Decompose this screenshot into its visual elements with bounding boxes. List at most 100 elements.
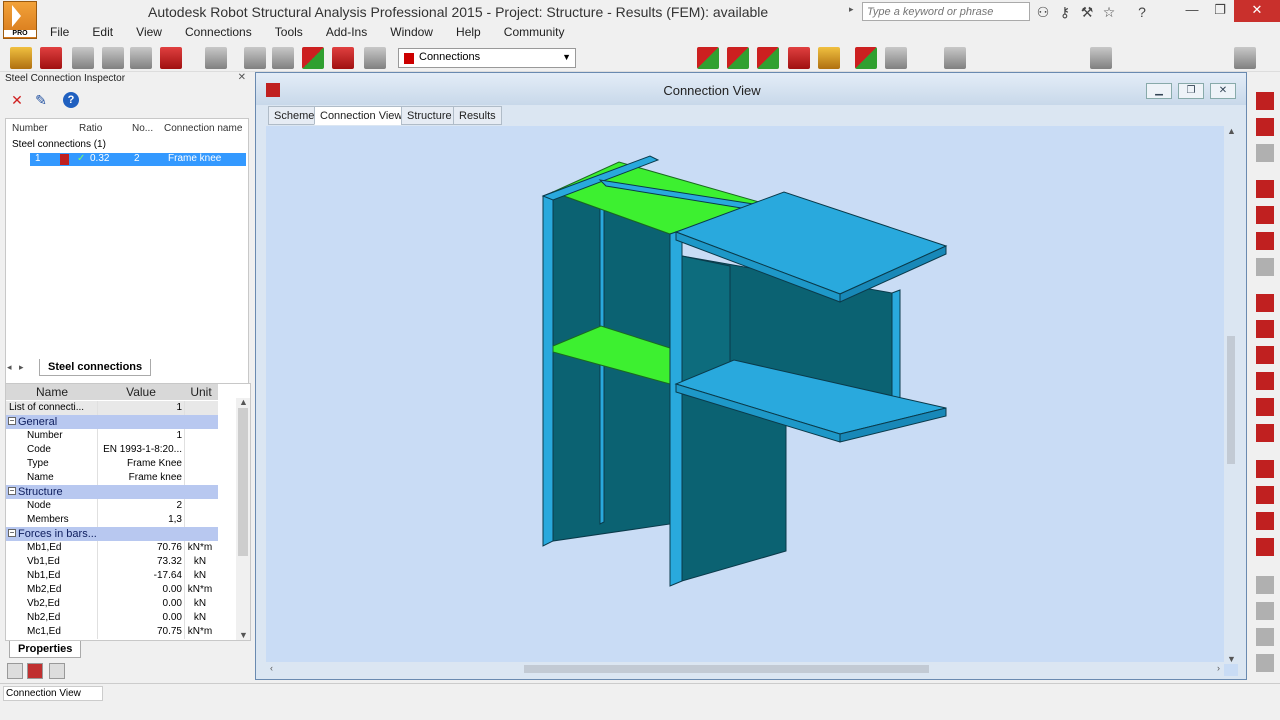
tab-prev-icon[interactable]: ◂ <box>7 362 12 373</box>
connection-type-4-icon[interactable] <box>1256 180 1274 198</box>
save-icon[interactable] <box>40 47 62 69</box>
property-row[interactable]: Members 1,3 <box>6 513 218 527</box>
property-row[interactable]: Number 1 <box>6 429 218 443</box>
scroll-up-icon[interactable]: ▲ <box>239 397 248 407</box>
connection-type-12-icon[interactable] <box>1256 398 1274 416</box>
edit-icon[interactable]: ✎ <box>33 92 49 108</box>
viewport-horizontal-scrollbar[interactable]: ‹ › <box>266 662 1224 676</box>
table-icon[interactable] <box>364 47 386 69</box>
menu-help[interactable]: Help <box>446 24 491 40</box>
tab-next-icon[interactable]: ▸ <box>19 362 24 373</box>
section-icon[interactable] <box>1090 47 1112 69</box>
connection-check-icon[interactable] <box>818 47 840 69</box>
scroll-thumb[interactable] <box>1227 336 1235 464</box>
tab-steel-connections[interactable]: Steel connections <box>39 359 152 376</box>
connection-note-icon[interactable] <box>885 47 907 69</box>
tab-scheme[interactable]: Scheme <box>268 106 321 125</box>
star-icon[interactable]: ☆ <box>1100 3 1118 21</box>
scroll-left-icon[interactable]: ‹ <box>270 663 273 673</box>
help-icon[interactable]: ? <box>1133 3 1151 21</box>
connection-type-13-icon[interactable] <box>1256 424 1274 442</box>
connection-type-20-icon[interactable] <box>1256 628 1274 646</box>
viewport-vertical-scrollbar[interactable]: ▲ ▼ <box>1224 126 1238 664</box>
col-number[interactable]: Number <box>12 123 48 134</box>
connection-type-11-icon[interactable] <box>1256 372 1274 390</box>
connection-type-17-icon[interactable] <box>1256 538 1274 556</box>
panel-icon[interactable] <box>1234 47 1256 69</box>
property-row[interactable]: Node 2 <box>6 499 218 513</box>
zoom-icon[interactable] <box>244 47 266 69</box>
connection-type-9-icon[interactable] <box>1256 320 1274 338</box>
connection-type-1-icon[interactable] <box>1256 92 1274 110</box>
menu-window[interactable]: Window <box>380 24 443 40</box>
search-input[interactable] <box>862 2 1030 21</box>
property-row[interactable]: Vb2,Ed 0.00 kN <box>6 597 218 611</box>
help-icon[interactable]: ? <box>63 92 79 108</box>
connection-type-7-icon[interactable] <box>1256 258 1274 276</box>
connection-type-3-icon[interactable] <box>1256 144 1274 162</box>
connection-view-icon[interactable] <box>27 663 43 679</box>
property-row[interactable]: Type Frame Knee <box>6 457 218 471</box>
search-expand-icon[interactable]: ▸ <box>849 4 854 15</box>
screen-capture-icon[interactable] <box>160 47 182 69</box>
child-restore-button[interactable]: ❐ <box>1178 83 1204 99</box>
connection-type-14-icon[interactable] <box>1256 460 1274 478</box>
tab-properties[interactable]: Properties <box>9 641 82 658</box>
property-row[interactable]: Nb1,Ed -17.64 kN <box>6 569 218 583</box>
property-row[interactable]: Mb2,Ed 0.00 kN*m <box>6 583 218 597</box>
close-button[interactable]: ✕ <box>1234 0 1280 22</box>
col-ratio[interactable]: Ratio <box>79 123 102 134</box>
connection-type-5-icon[interactable] <box>1256 206 1274 224</box>
connection-define-icon[interactable] <box>697 47 719 69</box>
connection-type-15-icon[interactable] <box>1256 486 1274 504</box>
scroll-down-icon[interactable]: ▼ <box>239 630 248 640</box>
connection-type-10-icon[interactable] <box>1256 346 1274 364</box>
calculator-icon[interactable] <box>205 47 227 69</box>
connection-type-19-icon[interactable] <box>1256 602 1274 620</box>
zoom-window-icon[interactable] <box>272 47 294 69</box>
3d-viewport[interactable]: ▲ ▼ ‹ › <box>266 126 1238 676</box>
layout-combo[interactable]: Connections ▼ <box>398 48 576 68</box>
tools-icon[interactable]: ⚒ <box>1078 3 1096 21</box>
property-group[interactable]: − Forces in bars... <box>6 527 218 541</box>
print-preview-icon[interactable] <box>102 47 124 69</box>
scroll-thumb[interactable] <box>524 665 929 673</box>
snap-icon[interactable] <box>944 47 966 69</box>
col-no[interactable]: No... <box>132 123 153 134</box>
property-row[interactable]: List of connecti... 1 <box>6 401 218 415</box>
child-close-button[interactable]: ✕ <box>1210 83 1236 99</box>
scroll-right-icon[interactable]: › <box>1217 663 1220 673</box>
property-row[interactable]: Name Frame knee <box>6 471 218 485</box>
connection-type-8-icon[interactable] <box>1256 294 1274 312</box>
scroll-down-icon[interactable]: ▼ <box>1227 654 1236 664</box>
scroll-up-icon[interactable]: ▲ <box>1227 126 1236 136</box>
property-group[interactable]: − General <box>6 415 218 429</box>
connection-type-18-icon[interactable] <box>1256 576 1274 594</box>
connection-type-21-icon[interactable] <box>1256 654 1274 672</box>
connection-type-2-icon[interactable] <box>1256 118 1274 136</box>
property-row[interactable]: Mb1,Ed 70.76 kN*m <box>6 541 218 555</box>
scroll-thumb[interactable] <box>238 408 248 556</box>
binoculars-icon[interactable]: ⚇ <box>1034 3 1052 21</box>
restore-button[interactable]: ❐ <box>1206 0 1234 22</box>
preview-icon[interactable] <box>130 47 152 69</box>
property-group[interactable]: − Structure <box>6 485 218 499</box>
col-name[interactable]: Connection name <box>164 123 242 134</box>
menu-community[interactable]: Community <box>494 24 575 40</box>
table-view-icon[interactable] <box>49 663 65 679</box>
frame-knee-3d-model[interactable] <box>266 126 1224 662</box>
child-minimize-button[interactable]: ▁ <box>1146 83 1172 99</box>
collapse-icon[interactable]: − <box>8 487 16 495</box>
property-row[interactable]: Mc1,Ed 70.75 kN*m <box>6 625 218 639</box>
connection-type-6-icon[interactable] <box>1256 232 1274 250</box>
list-view-icon[interactable] <box>7 663 23 679</box>
connection-type-16-icon[interactable] <box>1256 512 1274 530</box>
connection-add-icon[interactable] <box>788 47 810 69</box>
connection-calc-icon[interactable] <box>757 47 779 69</box>
menu-file[interactable]: File <box>40 24 79 40</box>
menu-add-ins[interactable]: Add-Ins <box>316 24 377 40</box>
collapse-icon[interactable]: − <box>8 529 16 537</box>
connection-frame-knee-icon[interactable] <box>727 47 749 69</box>
collapse-icon[interactable]: − <box>8 417 16 425</box>
open-icon[interactable] <box>10 47 32 69</box>
